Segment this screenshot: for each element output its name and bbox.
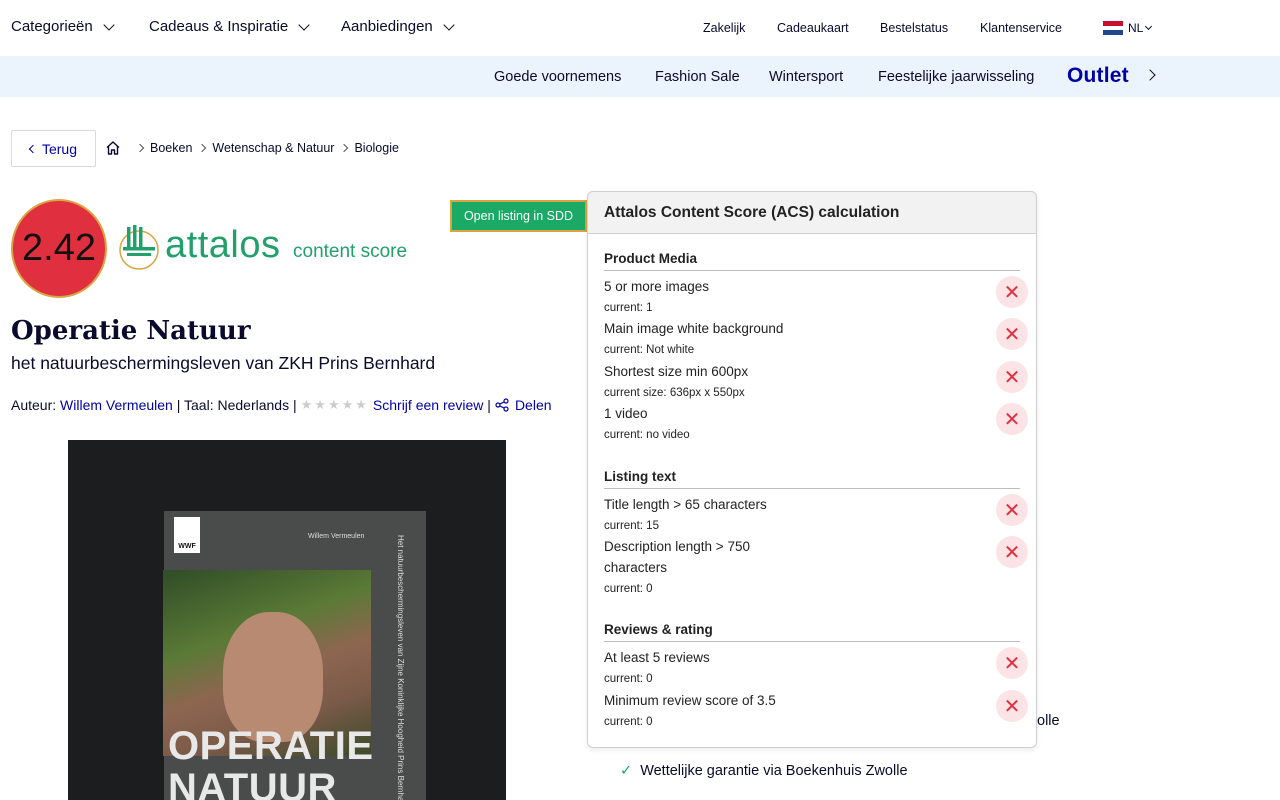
cover-spine-text: Het natuurbeschermingsleven van Zijne Ko…: [396, 535, 405, 800]
star-icon: ★: [314, 397, 326, 413]
home-icon[interactable]: [105, 140, 121, 156]
fail-x-icon[interactable]: ✕: [996, 647, 1028, 679]
section-divider: [604, 270, 1020, 271]
chevron-right-icon: [136, 144, 144, 152]
product-title: Operatie Natuur: [11, 316, 251, 346]
fail-x-icon[interactable]: ✕: [996, 690, 1028, 722]
criterion-current: current: 0: [604, 583, 653, 595]
criterion-current: current: Not white: [604, 344, 694, 356]
fail-x-icon[interactable]: ✕: [996, 361, 1028, 393]
chevron-down-icon: [299, 19, 310, 30]
criterion-label: Description length > 750 characters: [604, 536, 794, 578]
star-icon: ★: [342, 397, 354, 413]
cover-title: OPERATIE NATUUR: [168, 725, 374, 800]
share-icon[interactable]: [495, 398, 509, 412]
language-info: | Taal: Nederlands |: [177, 397, 297, 413]
nav-categories-label: Categorieën: [11, 18, 93, 35]
write-review-link[interactable]: Schrijf een review: [373, 397, 484, 413]
rating-stars: ★★★★★: [301, 397, 367, 413]
language-selector[interactable]: NL: [1128, 21, 1151, 35]
criterion-current: current: 15: [604, 520, 659, 532]
share-link[interactable]: Delen: [515, 397, 552, 413]
top-nav: Categorieën Cadeaus & Inspiratie Aanbied…: [0, 0, 1280, 56]
chevron-left-icon: [29, 144, 37, 152]
chevron-down-icon: [103, 19, 114, 30]
nav-offers[interactable]: Aanbiedingen: [341, 18, 453, 35]
breadcrumb: Boeken Wetenschap & Natuur Biologie: [134, 141, 399, 155]
fail-x-icon[interactable]: ✕: [996, 403, 1028, 435]
section-title-reviews: Reviews & rating: [604, 622, 713, 637]
nav-categories[interactable]: Categorieën: [11, 18, 113, 35]
star-icon: ★: [328, 397, 340, 413]
cover-author: Willem Vermeulen: [308, 533, 364, 540]
subnav-resolutions[interactable]: Goede voornemens: [494, 69, 621, 85]
criterion-label: Minimum review score of 3.5: [604, 690, 776, 711]
product-image[interactable]: WWF Willem Vermeulen Het natuurbeschermi…: [68, 440, 506, 800]
cover-title-line2: NATUUR: [168, 767, 374, 800]
link-business[interactable]: Zakelijk: [703, 21, 745, 35]
section-divider: [604, 641, 1020, 642]
breadcrumb-books[interactable]: Boeken: [150, 141, 192, 155]
product-meta: Auteur: Willem Vermeulen | Taal: Nederla…: [11, 397, 552, 413]
criterion-label: 1 video: [604, 403, 648, 424]
criterion-current: current: 0: [604, 673, 653, 685]
cover-portrait: [223, 612, 323, 742]
section-title-media: Product Media: [604, 251, 697, 266]
fail-x-icon[interactable]: ✕: [996, 494, 1028, 526]
subnav-new-year[interactable]: Feestelijke jaarwisseling: [878, 69, 1034, 85]
breadcrumb-science-nature[interactable]: Wetenschap & Natuur: [212, 141, 334, 155]
criterion-label: Title length > 65 characters: [604, 494, 767, 515]
nav-gifts-label: Cadeaus & Inspiratie: [149, 18, 288, 35]
acs-panel: Attalos Content Score (ACS) calculation …: [587, 191, 1037, 748]
warranty-text: Wettelijke garantie via Boekenhuis Zwoll…: [640, 763, 907, 779]
seller-info-tail: olle: [1037, 713, 1060, 729]
breadcrumb-biology[interactable]: Biologie: [354, 141, 398, 155]
chevron-right-icon: [340, 144, 348, 152]
link-customer-service[interactable]: Klantenservice: [980, 21, 1062, 35]
section-title-listing: Listing text: [604, 469, 676, 484]
fail-x-icon[interactable]: ✕: [996, 276, 1028, 308]
author-link[interactable]: Willem Vermeulen: [60, 397, 173, 413]
criterion-label: Shortest size min 600px: [604, 361, 748, 382]
back-label: Terug: [42, 141, 77, 157]
fail-x-icon[interactable]: ✕: [996, 536, 1028, 568]
criterion-label: Main image white background: [604, 318, 783, 339]
sub-nav: Goede voornemens Fashion Sale Winterspor…: [0, 56, 1280, 97]
section-divider: [604, 488, 1020, 489]
language-label: NL: [1128, 21, 1143, 35]
subnav-outlet[interactable]: Outlet: [1067, 64, 1129, 88]
criterion-current: current: 1: [604, 302, 653, 314]
acs-panel-title: Attalos Content Score (ACS) calculation: [588, 192, 1036, 234]
product-subtitle: het natuurbeschermingsleven van ZKH Prin…: [11, 353, 435, 374]
warranty-benefit: ✓ Wettelijke garantie via Boekenhuis Zwo…: [620, 763, 908, 779]
link-order-status[interactable]: Bestelstatus: [880, 21, 948, 35]
subnav-wintersport[interactable]: Wintersport: [769, 69, 843, 85]
open-sdd-button[interactable]: Open listing in SDD: [450, 200, 587, 232]
cover-title-line1: OPERATIE: [168, 725, 374, 767]
content-score-badge: 2.42: [11, 199, 107, 298]
chevron-down-icon: [443, 19, 454, 30]
author-label: Auteur:: [11, 397, 56, 413]
subnav-fashion-sale[interactable]: Fashion Sale: [655, 69, 740, 85]
chevron-right-icon: [198, 144, 206, 152]
wwf-logo-icon: WWF: [174, 517, 200, 553]
check-icon: ✓: [620, 763, 632, 779]
fail-x-icon[interactable]: ✕: [996, 318, 1028, 350]
criterion-current: current size: 636px x 550px: [604, 387, 745, 399]
criterion-current: current: no video: [604, 429, 690, 441]
criterion-current: current: 0: [604, 716, 653, 728]
star-icon: ★: [301, 397, 313, 413]
criterion-label: 5 or more images: [604, 276, 709, 297]
attalos-brand-sub: content score: [293, 241, 407, 263]
nav-offers-label: Aanbiedingen: [341, 18, 433, 35]
netherlands-flag-icon[interactable]: [1103, 21, 1123, 35]
nav-gifts[interactable]: Cadeaus & Inspiratie: [149, 18, 308, 35]
chevron-down-icon: [1145, 23, 1152, 30]
link-giftcard[interactable]: Cadeaukaart: [777, 21, 849, 35]
back-button[interactable]: Terug: [11, 130, 96, 167]
attalos-brand-word: attalos: [165, 224, 280, 267]
star-icon: ★: [355, 397, 367, 413]
criterion-label: At least 5 reviews: [604, 647, 710, 668]
